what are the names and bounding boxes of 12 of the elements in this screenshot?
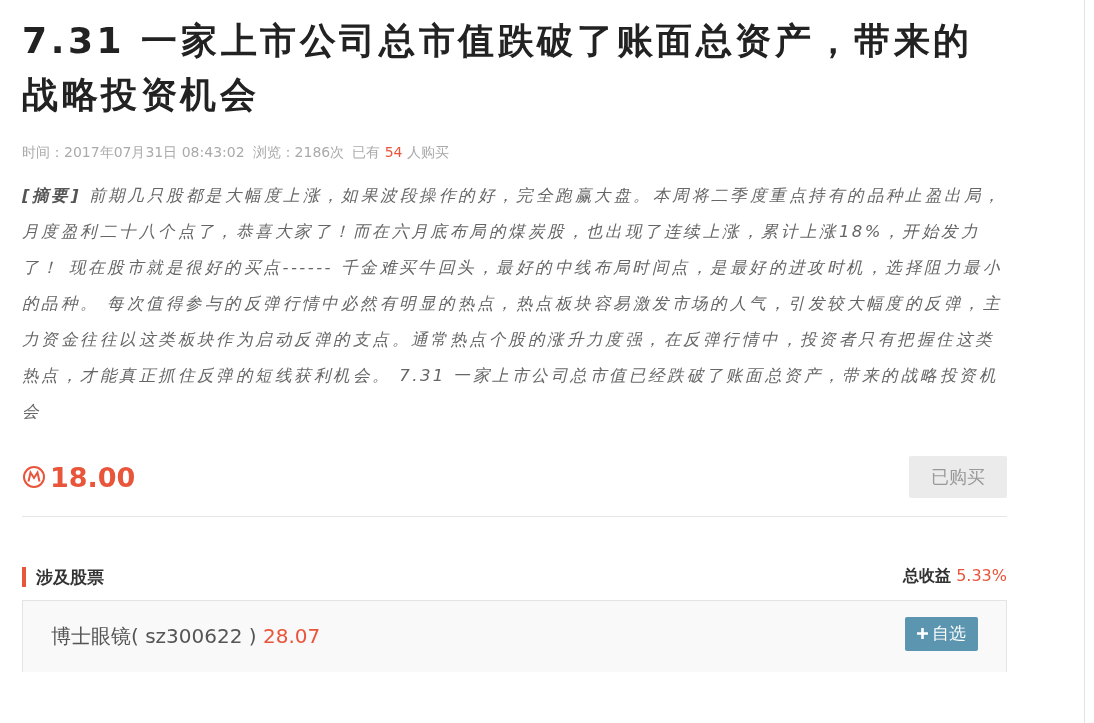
view-count: 浏览：2186次 [252,144,345,162]
article-summary: [摘要] 前期几只股都是大幅度上涨，如果波段操作的好，完全跑赢大盘。本周将二季度重点持有的品种止盈出局，月度盈利二十八个点了，恭喜大家了！而在六月底布局的煤炭股，也出现了连续上涨，累计上涨18%，开始发力了！ 现在股市就是很好的买点------ 千金难买牛回头，最好的中线布局时间点，是最好的进攻时机，选择阻力最小的品种。 每次值得参与的反弹行情中必然有明显的热点，热点板块容易激发市场的人气，引发较大幅度的反弹，主力资金往往以这类板块作为启动反弹的支点。通常热点个股的涨升力度强，在反弹行情中，投资者只有把握住这类热点，才能真正抓住反弹的短线获利机会。 7.31 一家上市公司总市值已经跌破了账面总资产，带来的战略投资机会 [22,185,1004,423]
add-watchlist-button[interactable]: 自选 [905,616,978,651]
section-title: 涉及股票 [22,566,104,587]
coin-icon [22,465,46,489]
article-title: 7.31 一家上市公司总市值跌破了账面总资产，带来的战略投资机会 [22,19,974,117]
price: 18.00 [50,461,136,493]
stock-info: 博士眼镜( sz300622 ) 28.07 [51,623,321,650]
publish-time: 时间：2017年07月31日 08:43:02 [22,144,245,162]
plus-icon [917,628,928,639]
purchase-count: 已有 54 人购买 [352,144,449,162]
total-return: 总收益 5.33% [903,566,1007,587]
